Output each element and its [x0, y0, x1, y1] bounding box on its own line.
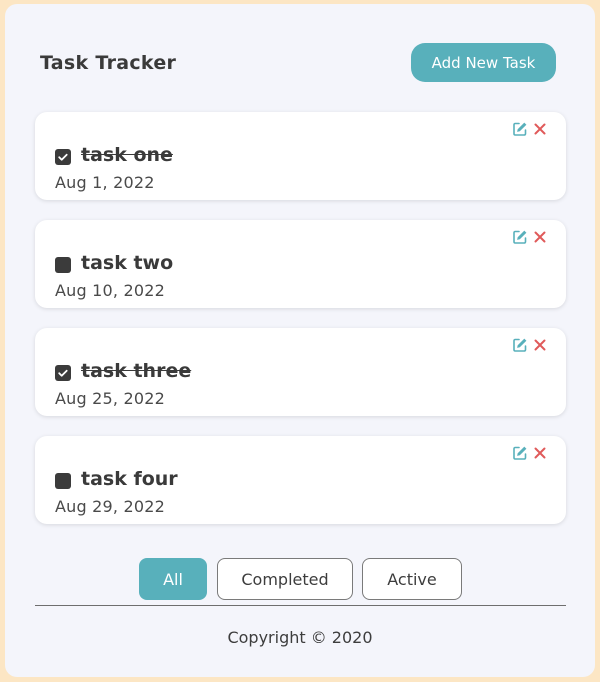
- task-checkbox[interactable]: [55, 148, 71, 165]
- task-card: task one Aug 1, 2022: [35, 112, 566, 200]
- filter-active-button[interactable]: Active: [362, 558, 462, 600]
- task-checkbox[interactable]: [55, 472, 71, 489]
- task-date: Aug 1, 2022: [55, 173, 155, 192]
- add-new-task-button[interactable]: Add New Task: [411, 43, 556, 82]
- close-icon[interactable]: [532, 229, 548, 245]
- task-row: task one: [55, 144, 173, 166]
- task-date: Aug 25, 2022: [55, 389, 165, 408]
- copyright-text: Copyright © 2020: [227, 628, 373, 647]
- task-name: task two: [81, 252, 174, 274]
- filter-bar: All Completed Active: [5, 558, 595, 602]
- task-card: task three Aug 25, 2022: [35, 328, 566, 416]
- edit-icon[interactable]: [512, 337, 528, 353]
- task-name: task four: [81, 468, 178, 490]
- task-actions: [512, 445, 548, 461]
- edit-icon[interactable]: [512, 121, 528, 137]
- task-name: task three: [81, 360, 192, 382]
- task-list: task one Aug 1, 2022 task two Aug 10, 20…: [35, 112, 566, 544]
- task-card: task four Aug 29, 2022: [35, 436, 566, 524]
- task-row: task three: [55, 360, 191, 382]
- task-row: task two: [55, 252, 173, 274]
- task-date: Aug 10, 2022: [55, 281, 165, 300]
- footer-divider: [35, 605, 566, 606]
- task-actions: [512, 121, 548, 137]
- task-date: Aug 29, 2022: [55, 497, 165, 516]
- task-row: task four: [55, 468, 178, 490]
- task-actions: [512, 337, 548, 353]
- close-icon[interactable]: [532, 337, 548, 353]
- task-checkbox[interactable]: [55, 364, 71, 381]
- close-icon[interactable]: [532, 445, 548, 461]
- task-card: task two Aug 10, 2022: [35, 220, 566, 308]
- edit-icon[interactable]: [512, 445, 528, 461]
- filter-all-button[interactable]: All: [139, 558, 207, 600]
- task-actions: [512, 229, 548, 245]
- task-name: task one: [81, 144, 173, 166]
- header: Task Tracker Add New Task: [5, 4, 595, 114]
- page-title: Task Tracker: [40, 52, 177, 74]
- app-container: Task Tracker Add New Task task one Aug 1…: [5, 4, 595, 677]
- task-checkbox[interactable]: [55, 256, 71, 273]
- edit-icon[interactable]: [512, 229, 528, 245]
- filter-completed-button[interactable]: Completed: [217, 558, 353, 600]
- close-icon[interactable]: [532, 121, 548, 137]
